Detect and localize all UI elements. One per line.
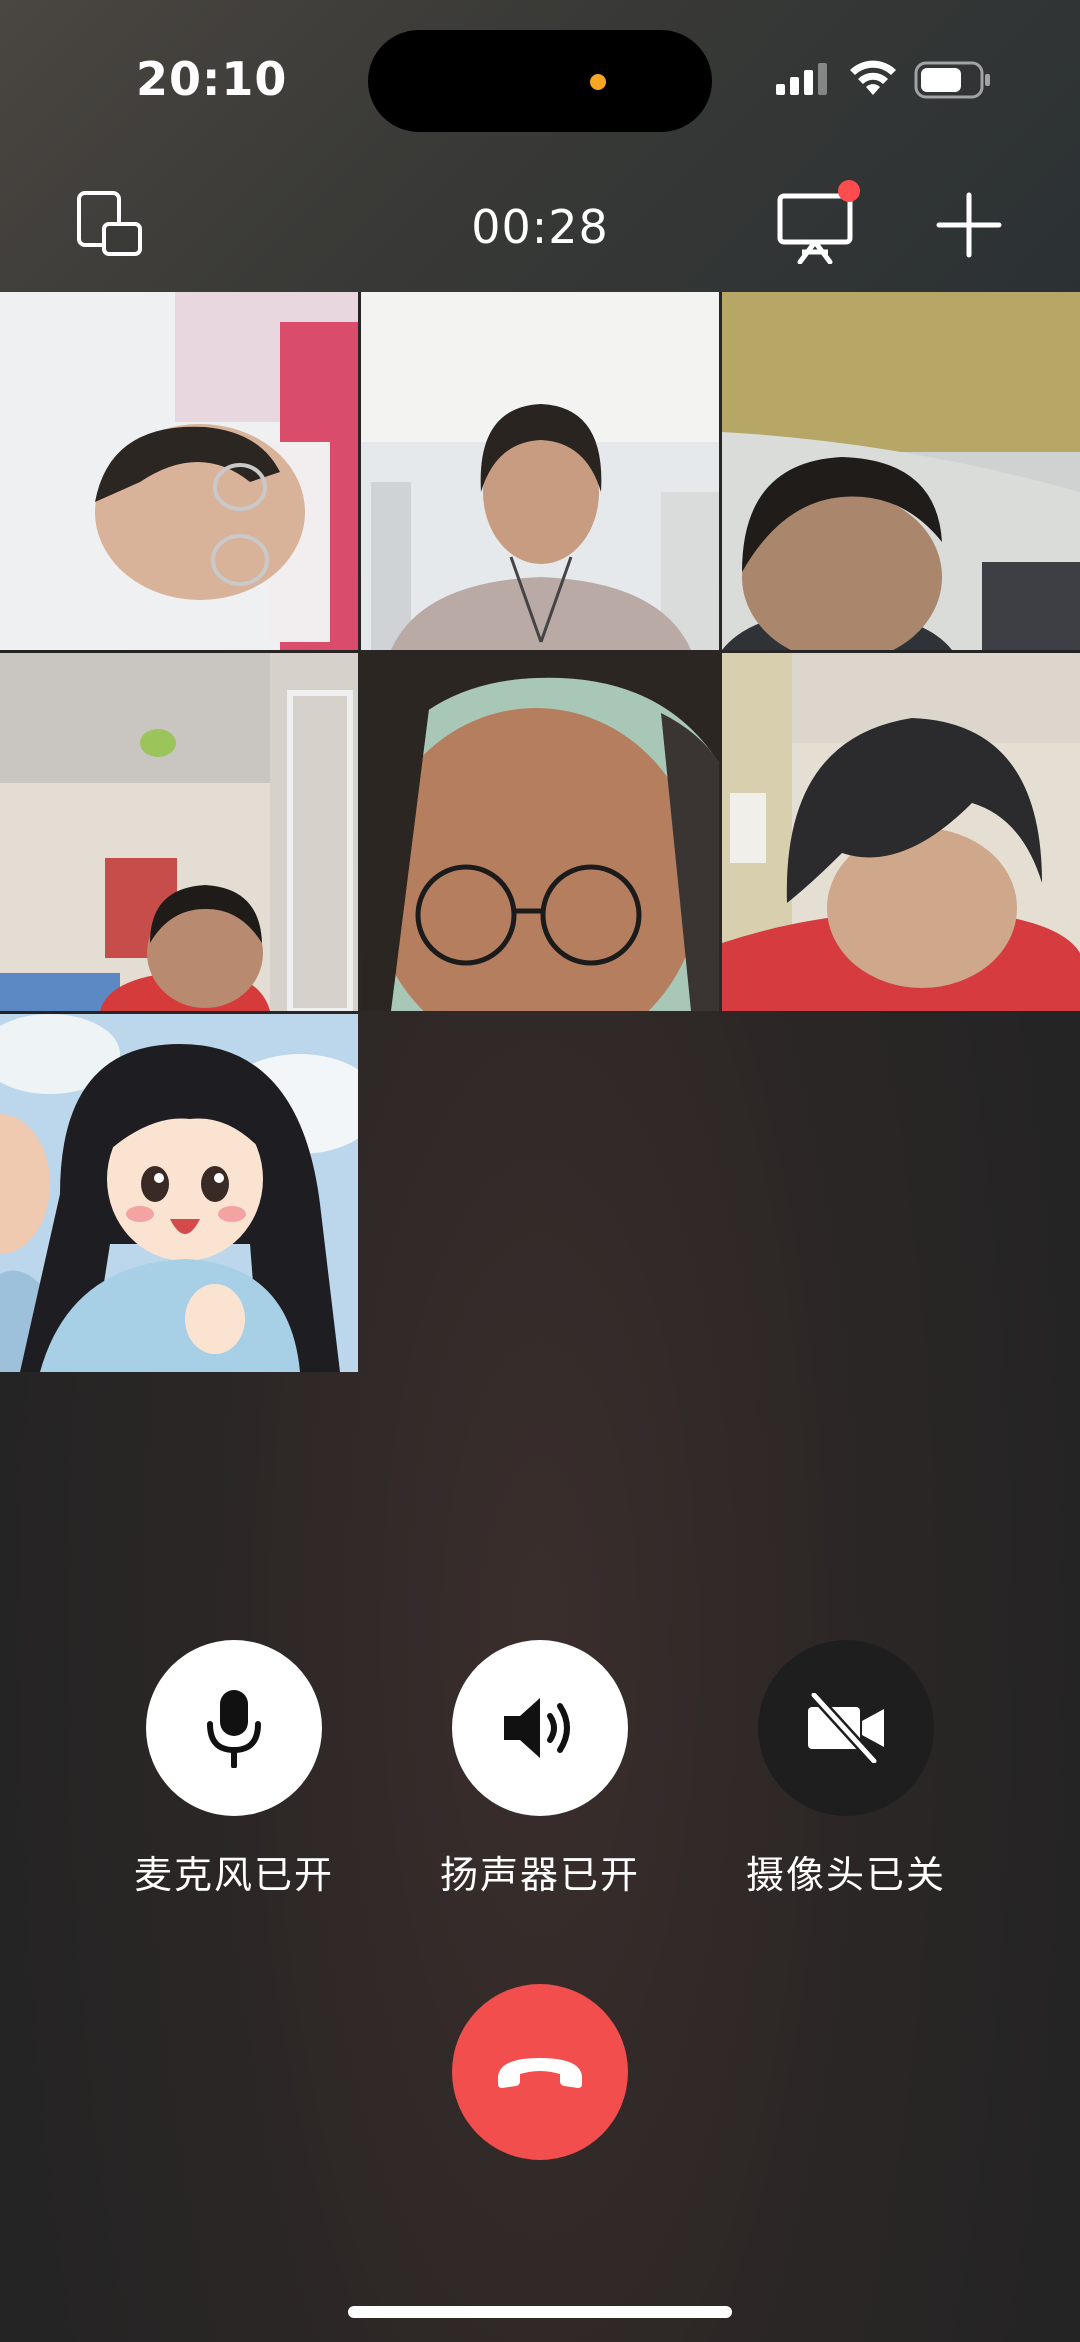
participant-3-video-frame: [722, 292, 1080, 650]
microphone-icon: [207, 1690, 261, 1768]
camera-off-icon: [808, 1693, 884, 1763]
call-header: 00:28: [0, 160, 1080, 290]
participant-avatar-7[interactable]: [0, 1014, 358, 1372]
hangup-button[interactable]: [452, 1984, 628, 2160]
video-grid: [0, 292, 1080, 1372]
microphone-control: 麦克风已开: [114, 1640, 354, 1899]
participant-6-video-frame: [722, 653, 1080, 1011]
camera-status-label: 摄像头已关: [745, 1853, 946, 1897]
speaker-control: 扬声器已开: [420, 1640, 660, 1899]
camera-button[interactable]: [758, 1640, 934, 1816]
microphone-button[interactable]: [146, 1640, 322, 1816]
camera-control: 摄像头已关: [726, 1640, 966, 1899]
participant-4-video-frame: [0, 653, 358, 1011]
participant-video-2[interactable]: [361, 292, 719, 650]
call-duration: 00:28: [471, 200, 609, 254]
status-bar: 20:10: [0, 0, 1080, 150]
call-controls: 麦克风已开 扬声器已开 摄像头已关: [0, 1640, 1080, 1900]
add-participant-icon[interactable]: [936, 192, 1002, 258]
participant-7-avatar-image: [0, 1014, 358, 1372]
cellular-signal-icon: [776, 63, 827, 95]
participant-video-3[interactable]: [722, 292, 1080, 650]
participant-video-4[interactable]: [0, 653, 358, 1011]
dynamic-island: [368, 30, 712, 132]
microphone-status-label: 麦克风已开: [133, 1853, 334, 1897]
participant-5-video-frame: [361, 653, 719, 1011]
notification-dot: [838, 180, 860, 202]
wifi-icon: [850, 60, 896, 95]
speaker-status-label: 扬声器已开: [439, 1853, 640, 1897]
hangup-icon: [498, 2058, 582, 2088]
privacy-indicator-dot: [590, 74, 606, 90]
participant-1-video-frame: [0, 292, 358, 650]
participant-2-video-frame: [361, 292, 719, 650]
home-indicator[interactable]: [348, 2306, 732, 2318]
participant-video-5[interactable]: [361, 653, 719, 1011]
participant-video-1[interactable]: [0, 292, 358, 650]
speaker-icon: [504, 1698, 570, 1758]
speaker-button[interactable]: [452, 1640, 628, 1816]
status-time: 20:10: [136, 52, 288, 106]
battery-icon: [914, 61, 990, 99]
participant-video-6[interactable]: [722, 653, 1080, 1011]
